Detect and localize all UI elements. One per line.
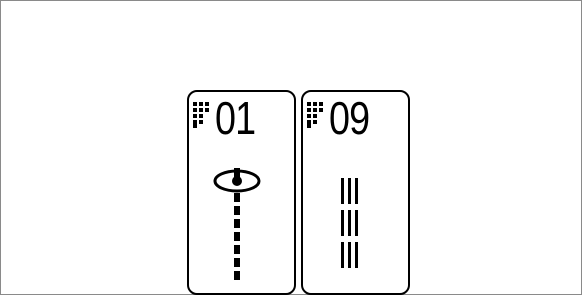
display-screen: 01 09 — [0, 0, 582, 295]
buttonhole-stitch-icon — [213, 168, 261, 280]
stitch-card-01[interactable]: 01 — [187, 90, 296, 295]
stitch-memory-icon — [307, 102, 323, 128]
stitch-number: 01 — [215, 92, 256, 144]
triple-straight-stitch-icon — [341, 178, 358, 268]
stitch-number: 09 — [329, 92, 370, 144]
stitch-card-09[interactable]: 09 — [301, 90, 410, 295]
stitch-memory-icon — [193, 102, 209, 128]
